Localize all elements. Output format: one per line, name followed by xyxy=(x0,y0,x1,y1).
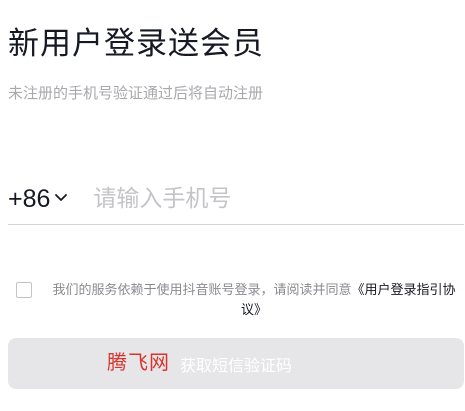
agreement-row: 我们的服务依赖于使用抖音账号登录，请阅读并同意《用户登录指引协议》 xyxy=(16,281,462,321)
get-sms-code-button[interactable]: 获取短信验证码 xyxy=(8,338,464,389)
country-code-label: +86 xyxy=(8,185,51,213)
phone-number-input[interactable] xyxy=(93,181,464,217)
country-code-selector[interactable]: +86 xyxy=(8,184,69,214)
phone-row: +86 xyxy=(8,176,464,222)
page-title: 新用户登录送会员 xyxy=(8,26,264,62)
phone-input-underline xyxy=(8,224,464,225)
agreement-description: 我们的服务依赖于使用抖音账号登录，请阅读并同意 xyxy=(52,283,352,298)
get-sms-code-label: 获取短信验证码 xyxy=(179,355,292,375)
chevron-down-icon xyxy=(53,189,69,205)
agreement-checkbox[interactable] xyxy=(16,282,32,298)
agreement-text: 我们的服务依赖于使用抖音账号登录，请阅读并同意《用户登录指引协议》 xyxy=(46,281,462,321)
page-subtitle: 未注册的手机号验证通过后将自动注册 xyxy=(8,84,264,102)
